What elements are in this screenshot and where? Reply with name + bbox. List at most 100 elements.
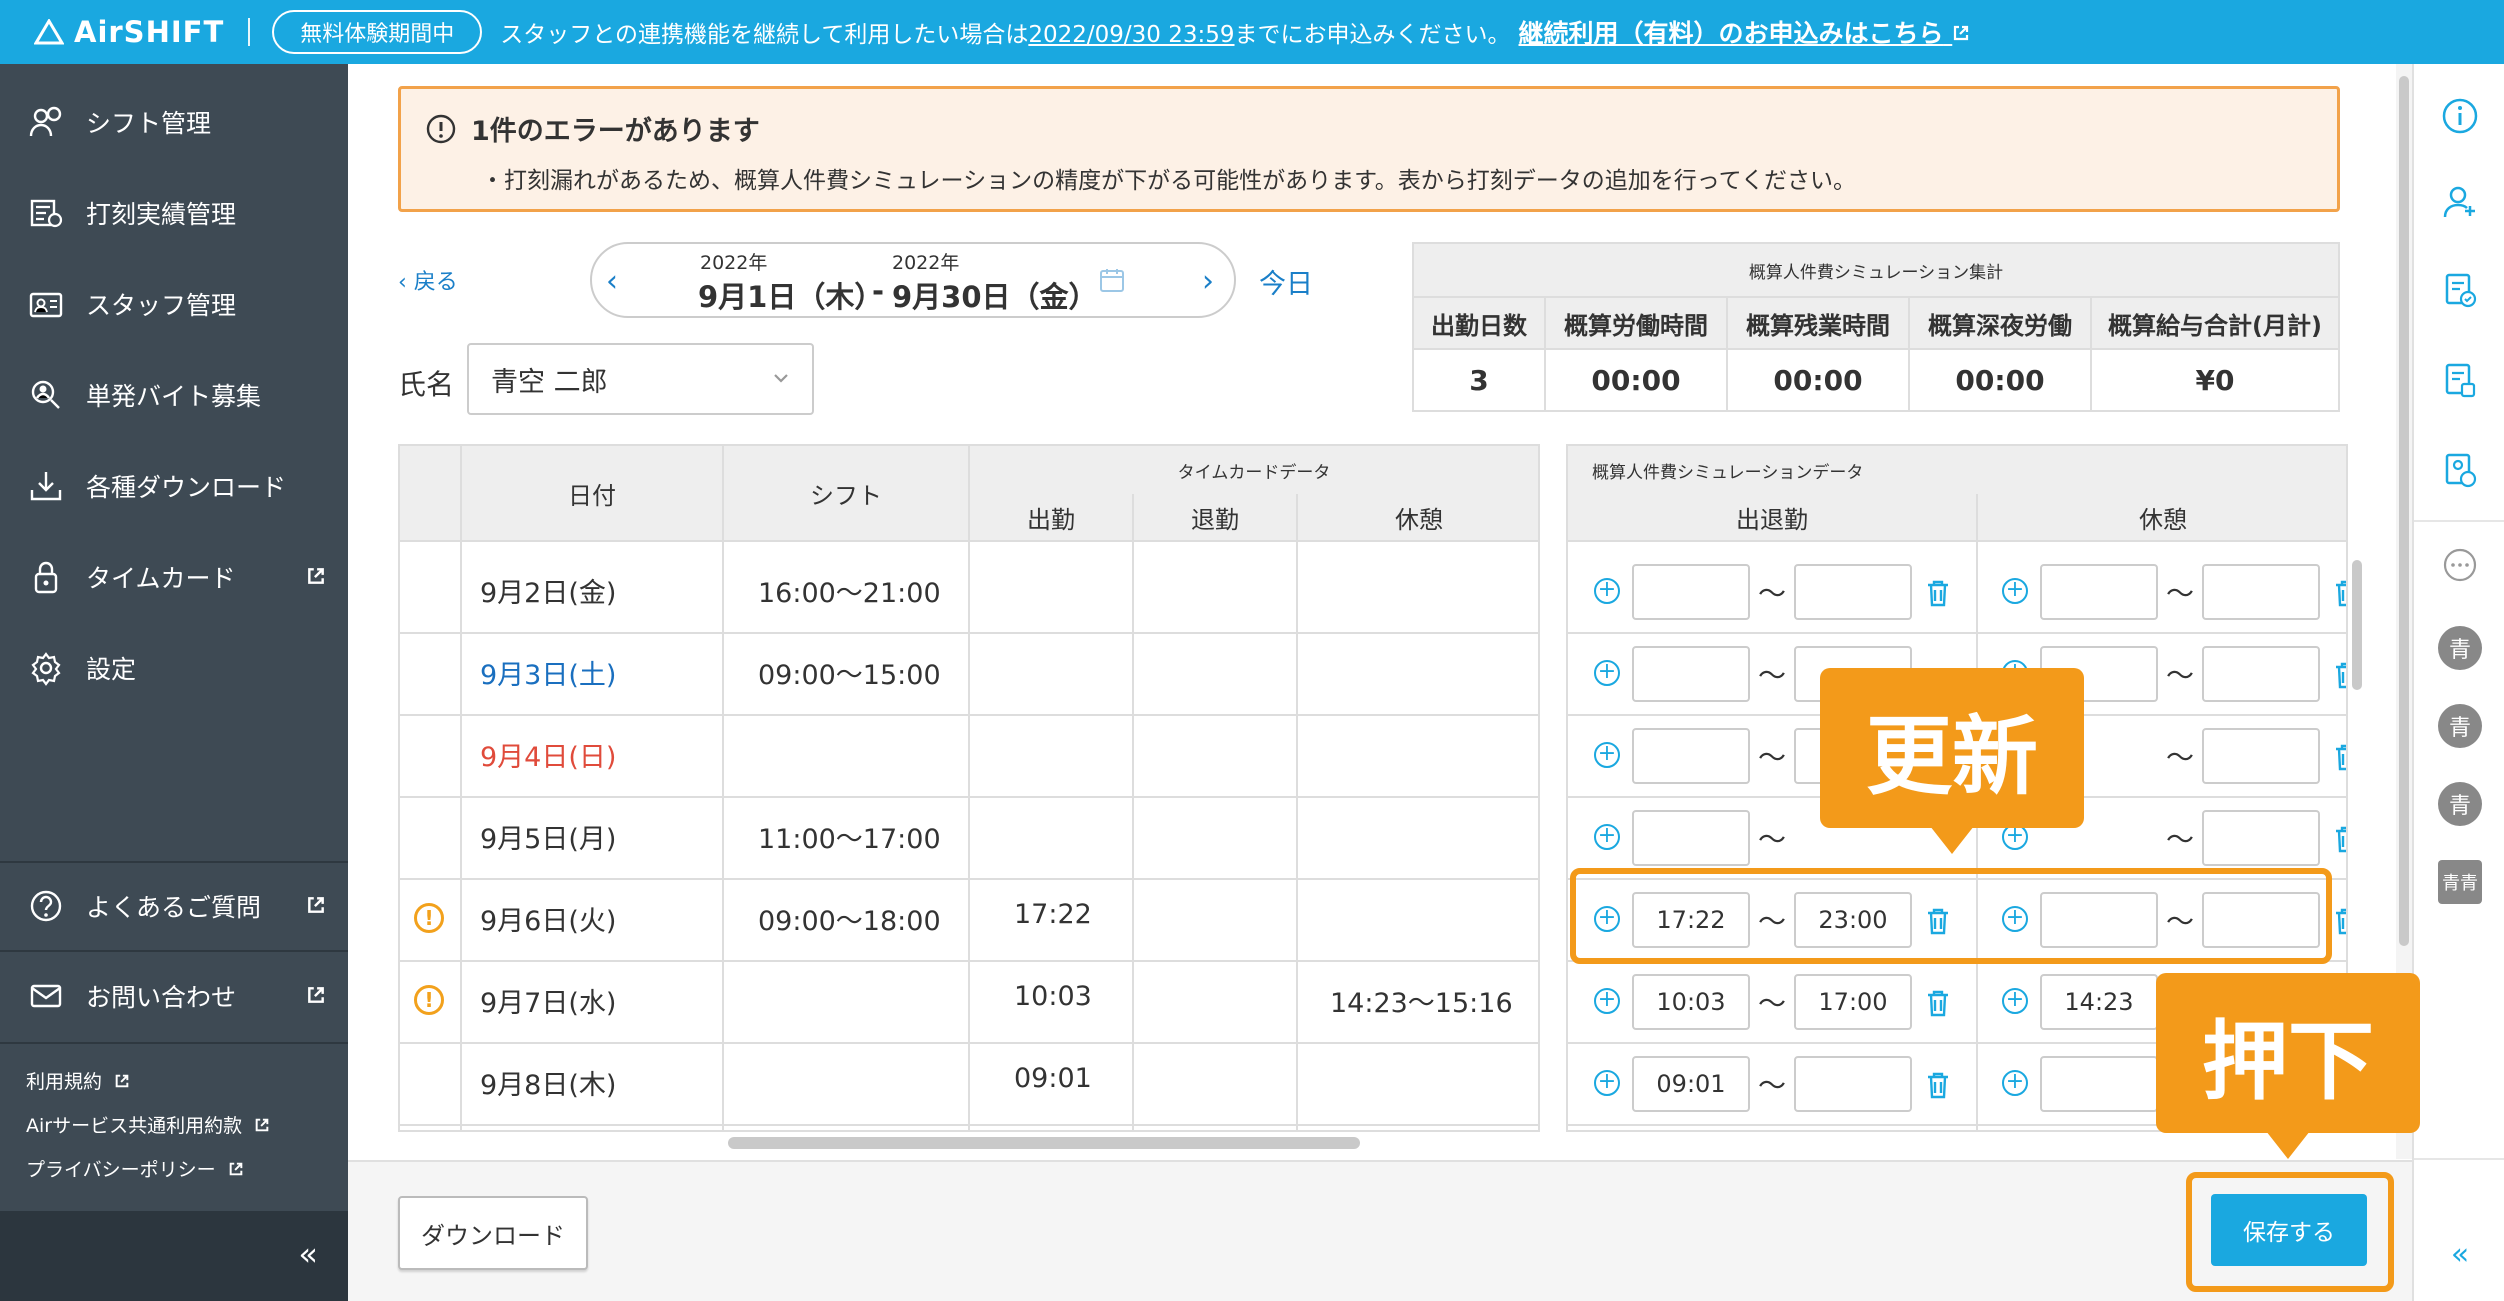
airshift-logo[interactable]: AirSHIFT <box>34 15 224 49</box>
next-period-button[interactable]: › <box>1202 264 1214 299</box>
sim-in-input[interactable] <box>1632 646 1750 702</box>
right-toolbar: 青 青 青 青青 « <box>2412 64 2504 1301</box>
summary-col-night: 概算深夜労働 <box>1910 298 2092 348</box>
sidebar-item-download[interactable]: 各種ダウンロード <box>0 450 348 522</box>
summary-days: 3 <box>1414 350 1546 410</box>
sim-out-input[interactable]: 17:00 <box>1794 974 1912 1030</box>
press-callout-label: 押下 <box>2202 1011 2374 1112</box>
toolbar-divider <box>2414 1158 2504 1160</box>
page-scroll-thumb[interactable] <box>2399 76 2409 946</box>
add-inout-button[interactable]: + <box>1594 742 1620 768</box>
common-terms-link[interactable]: Airサービス共通利用約款 <box>26 1111 270 1138</box>
add-user-icon[interactable] <box>2438 180 2482 224</box>
sidebar-item-recruit[interactable]: 単発バイト募集 <box>0 359 348 431</box>
sidebar-item-staff[interactable]: スタッフ管理 <box>0 268 348 340</box>
lock-icon <box>26 557 66 597</box>
tilde: 〜 <box>1758 823 1787 856</box>
trash-icon[interactable] <box>2332 824 2346 861</box>
trash-icon[interactable] <box>2332 660 2346 697</box>
sim-out-input[interactable] <box>1794 1056 1912 1112</box>
continue-signup-link[interactable]: 継続利用（有料）のお申込みはこちら <box>1519 19 1971 48</box>
hscroll-thumb[interactable] <box>728 1137 1360 1149</box>
error-title: 1件のエラーがあります <box>471 116 760 147</box>
sim-in-input[interactable] <box>1632 728 1750 784</box>
logo-divider <box>248 18 251 46</box>
error-message: ・打刻漏れがあるため、概算人件費シミュレーションの精度が下がる可能性があります。… <box>481 168 1856 194</box>
sim-in-input[interactable]: 09:01 <box>1632 1056 1750 1112</box>
tilde: 〜 <box>2166 659 2195 692</box>
summary-overtime: 00:00 <box>1728 350 1910 410</box>
summary-col-work: 概算労働時間 <box>1546 298 1728 348</box>
sidebar-item-contact[interactable]: お問い合わせ <box>0 960 348 1032</box>
avatar[interactable]: 青 <box>2438 704 2482 748</box>
add-break-button[interactable]: + <box>2002 988 2028 1014</box>
sidebar-divider <box>0 950 348 952</box>
today-link[interactable]: 今日 <box>1259 262 1313 301</box>
trash-icon[interactable] <box>1924 578 1952 615</box>
sidebar-item-faq[interactable]: よくあるご質問 <box>0 870 348 942</box>
trash-icon[interactable] <box>2332 906 2346 943</box>
tilde: 〜 <box>2166 577 2195 610</box>
sidebar-item-settings[interactable]: 設定 <box>0 632 348 704</box>
avatar[interactable]: 青 <box>2438 782 2482 826</box>
add-inout-button[interactable]: + <box>1594 578 1620 604</box>
warning-icon[interactable]: ! <box>414 985 444 1015</box>
table-horizontal-scrollbar[interactable] <box>398 1135 2348 1149</box>
warning-icon[interactable]: ! <box>414 903 444 933</box>
collapse-icon: « <box>298 1235 318 1273</box>
row-clock-in: 10:03 <box>1014 981 1092 1012</box>
terms-link[interactable]: 利用規約 <box>26 1067 130 1094</box>
prev-period-button[interactable]: ‹ <box>606 264 618 299</box>
add-break-button[interactable]: + <box>2002 578 2028 604</box>
notice-deadline: 2022/09/30 23:59 <box>1028 22 1235 48</box>
sidebar-item-punch-records[interactable]: 打刻実績管理 <box>0 177 348 249</box>
back-link[interactable]: ‹ 戻る <box>398 264 458 296</box>
avatar[interactable]: 青 <box>2438 626 2482 670</box>
notice-text: スタッフとの連携機能を継続して利用したい場合は <box>500 22 1029 48</box>
row-divider <box>400 796 1538 798</box>
sim-break-in-input[interactable] <box>2040 564 2158 620</box>
add-inout-button[interactable]: + <box>1594 1070 1620 1096</box>
tilde: 〜 <box>1758 741 1787 774</box>
add-inout-button[interactable]: + <box>1594 988 1620 1014</box>
tilde: 〜 <box>1758 987 1787 1020</box>
sim-break-in-input[interactable] <box>2040 1056 2158 1112</box>
date-range-picker[interactable]: ‹ 2022年 9月1日（木） - 2022年 9月30日（金） › <box>590 242 1236 318</box>
download-button[interactable]: ダウンロード <box>398 1196 588 1270</box>
sim-break-out-input[interactable] <box>2202 564 2320 620</box>
name-label: 氏名 <box>398 368 455 401</box>
trash-icon[interactable] <box>1924 988 1952 1025</box>
staff-name-select[interactable]: 青空 二郎 <box>467 343 814 415</box>
clock-out-header: 退勤 <box>1134 494 1298 542</box>
simulation-header: 概算人件費シミュレーションデータ <box>1568 446 2346 496</box>
sim-break-out-input[interactable] <box>2202 728 2320 784</box>
sim-break-in-input[interactable]: 14:23 <box>2040 974 2158 1030</box>
trash-icon[interactable] <box>2332 742 2346 779</box>
add-break-button[interactable]: + <box>2002 1070 2028 1096</box>
sim-out-input[interactable] <box>1794 564 1912 620</box>
sim-in-input[interactable] <box>1632 564 1750 620</box>
trash-icon[interactable] <box>1924 1070 1952 1107</box>
document-person-icon[interactable] <box>2438 448 2482 492</box>
sim-in-input[interactable] <box>1632 810 1750 866</box>
info-icon[interactable] <box>2438 94 2482 138</box>
chat-icon[interactable] <box>2438 544 2482 588</box>
sim-break-out-input[interactable] <box>2202 646 2320 702</box>
trash-icon[interactable] <box>2332 578 2346 615</box>
sidebar-item-timecard[interactable]: タイムカード <box>0 541 348 613</box>
collapse-right-icon[interactable]: « <box>2438 1232 2482 1276</box>
table-scroll-thumb[interactable] <box>2352 560 2362 690</box>
row-divider <box>400 714 1538 716</box>
document-settings-icon[interactable] <box>2438 358 2482 402</box>
calendar-icon[interactable] <box>1098 266 1126 301</box>
sidebar-item-shift[interactable]: シフト管理 <box>0 86 348 158</box>
sidebar-collapse[interactable]: « <box>0 1211 348 1301</box>
add-inout-button[interactable]: + <box>1594 824 1620 850</box>
external-link-icon <box>306 892 326 921</box>
avatar[interactable]: 青青 <box>2438 860 2482 904</box>
sim-in-input[interactable]: 10:03 <box>1632 974 1750 1030</box>
document-check-icon[interactable] <box>2438 268 2482 312</box>
sim-break-out-input[interactable] <box>2202 810 2320 866</box>
add-inout-button[interactable]: + <box>1594 660 1620 686</box>
privacy-policy-link[interactable]: プライバシーポリシー <box>26 1155 244 1182</box>
